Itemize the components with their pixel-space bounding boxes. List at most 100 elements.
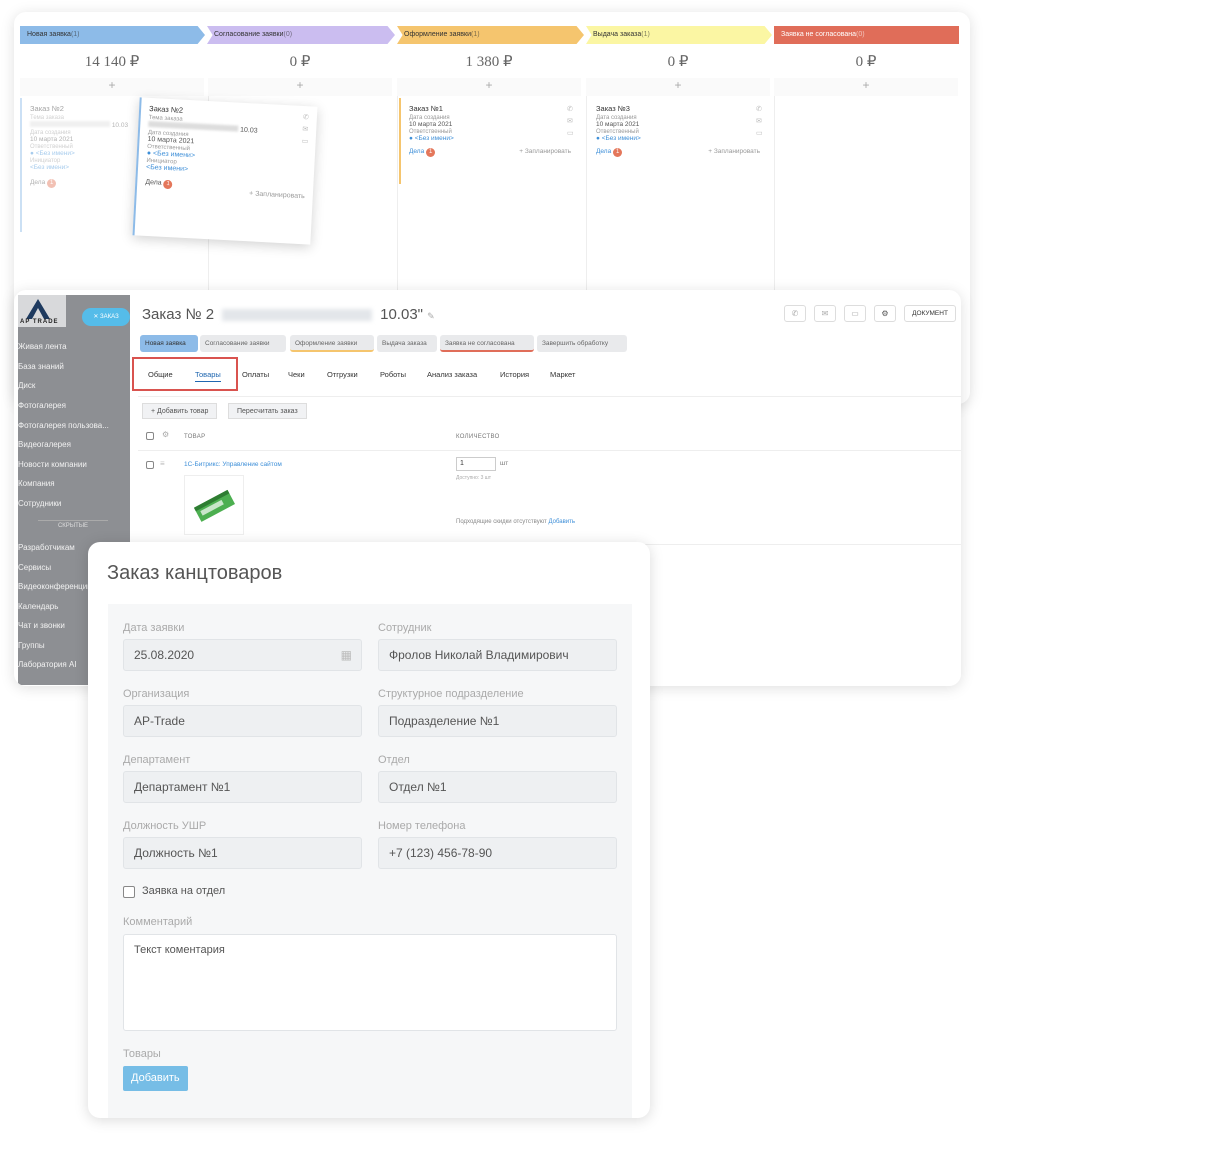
chat-icon[interactable]: ▭ [844, 305, 866, 322]
org-field[interactable]: AP-Trade [123, 705, 362, 737]
org-label: Организация [123, 688, 190, 700]
stage-rejected[interactable]: Заявка не согласована(0) [774, 26, 959, 44]
edit-pencil-icon[interactable]: ✎ [427, 311, 435, 321]
tab-payments[interactable]: Оплаты [242, 370, 269, 379]
sidebar-item[interactable]: Чат и звонки [18, 619, 65, 633]
quick-add-button[interactable]: + [397, 78, 581, 96]
plan-link[interactable]: + Запланировать [708, 148, 760, 155]
sidebar-item[interactable]: База знаний [18, 360, 64, 374]
sidebar-item[interactable]: Видеогалерея [18, 438, 71, 452]
plan-link[interactable]: + Запланировать [519, 148, 571, 155]
tab-shipments[interactable]: Отгрузки [327, 370, 358, 379]
sidebar-item[interactable]: Разработчикам [18, 541, 75, 555]
phone-icon[interactable]: ✆ [756, 104, 764, 116]
stage-pill-approval[interactable]: Согласование заявки [200, 335, 286, 352]
department-request-checkbox[interactable] [123, 886, 135, 898]
deal-resp[interactable]: ● <Без имени> [30, 150, 130, 157]
employee-field[interactable]: Фролов Николай Владимирович [378, 639, 617, 671]
activities-count: 1 [163, 179, 173, 190]
products-label: Товары [123, 1048, 161, 1060]
comment-textarea[interactable]: Текст коментария [123, 934, 617, 1031]
sidebar-item[interactable]: Сервисы [18, 561, 51, 575]
recalc-order-button[interactable]: Пересчитать заказ [228, 403, 307, 419]
phone-icon[interactable]: ✆ [784, 305, 806, 322]
sidebar-item[interactable]: Фотогалерея пользова... [18, 419, 109, 433]
sidebar-item[interactable]: Сотрудники [18, 497, 61, 511]
gear-icon[interactable]: ⚙ [874, 305, 896, 322]
quick-add-button[interactable]: + [20, 78, 204, 96]
tab-history[interactable]: История [500, 370, 529, 379]
dept-field[interactable]: Департамент №1 [123, 771, 362, 803]
quick-add-button[interactable]: + [774, 78, 958, 96]
available-note: Доступно: 3 шт [456, 475, 492, 481]
tab-analysis[interactable]: Анализ заказа [427, 370, 477, 379]
position-field[interactable]: Должность №1 [123, 837, 362, 869]
deal-activities[interactable]: Дела 1 [145, 179, 173, 190]
sidebar-item[interactable]: Компания [18, 477, 55, 491]
phone-icon[interactable]: ✆ [303, 112, 312, 124]
logo-mark-icon [26, 299, 50, 319]
deal-resp[interactable]: ● <Без имени> [409, 135, 573, 142]
quick-add-button[interactable]: + [208, 78, 392, 96]
stage-processing[interactable]: Оформление заявки(1) [397, 26, 584, 44]
date-field[interactable]: 25.08.2020 ▦ [123, 639, 362, 671]
close-order-badge[interactable]: ✕ ЗАКАЗ [82, 308, 130, 326]
add-product-button[interactable]: + Добавить товар [142, 403, 218, 419]
stage-approval[interactable]: Согласование заявки(0) [207, 26, 395, 44]
stage-delivery[interactable]: Выдача заказа(1) [586, 26, 772, 44]
chat-icon[interactable]: ▭ [756, 128, 764, 140]
chat-icon[interactable]: ▭ [301, 136, 310, 148]
select-all-checkbox[interactable] [146, 432, 154, 440]
tab-robots[interactable]: Роботы [380, 370, 406, 379]
document-button[interactable]: ДОКУМЕНТ [904, 305, 956, 322]
deal-card-3[interactable]: Заказ №3 Дата создания 10 марта 2021 Отв… [588, 98, 770, 184]
sidebar-item[interactable]: Лаборатория AI [18, 658, 77, 672]
stage-new[interactable]: Новая заявка(1) [20, 26, 205, 44]
sidebar-item[interactable]: Фотогалерея [18, 399, 66, 413]
mail-icon[interactable]: ✉ [567, 116, 575, 128]
calendar-icon[interactable]: ▦ [341, 640, 352, 670]
sidebar-item[interactable]: Видеоконференции [18, 580, 92, 594]
tab-market[interactable]: Маркет [550, 370, 575, 379]
sidebar-item[interactable]: Живая лента [18, 340, 67, 354]
sidebar-item[interactable]: Диск [18, 379, 35, 393]
stage-count: (0) [856, 31, 865, 38]
sidebar-item[interactable]: Календарь [18, 600, 58, 614]
stage-pill-rejected[interactable]: Заявка не согласована [440, 335, 534, 352]
menu-icon[interactable]: ≡ [160, 459, 165, 468]
deal-resp[interactable]: ● <Без имени> [596, 135, 762, 142]
phone-icon[interactable]: ✆ [567, 104, 575, 116]
deal-card-1[interactable]: Заказ №1 Дата создания 10 марта 2021 Отв… [399, 98, 581, 184]
product-link[interactable]: 1С-Битрикс: Управление сайтом [184, 461, 282, 468]
gear-icon[interactable]: ⚙ [162, 430, 169, 439]
tab-receipts[interactable]: Чеки [288, 370, 305, 379]
deal-card-dragged[interactable]: Заказ №2 Тема заказа 10.03 Дата создания… [132, 97, 318, 245]
deal-activities[interactable]: Дела 1 [596, 148, 623, 157]
sidebar-separator[interactable]: СКРЫТЫЕ [38, 520, 108, 531]
add-discount-link[interactable]: Добавить [548, 519, 575, 525]
stage-pill-processing[interactable]: Оформление заявки [290, 335, 374, 352]
sidebar-item[interactable]: Группы [18, 639, 45, 653]
chat-icon[interactable]: ▭ [567, 128, 575, 140]
mail-icon[interactable]: ✉ [756, 116, 764, 128]
finish-processing-button[interactable]: Завершить обработку [537, 335, 627, 352]
quantity-input[interactable]: 1 [456, 457, 496, 471]
mail-icon[interactable]: ✉ [302, 124, 311, 136]
activities-count: 1 [47, 179, 57, 188]
deal-init[interactable]: <Без имени> [30, 164, 130, 171]
section-field[interactable]: Отдел №1 [378, 771, 617, 803]
phone-field[interactable]: +7 (123) 456-78-90 [378, 837, 617, 869]
sidebar-item[interactable]: Новости компании [18, 458, 87, 472]
activities-count: 1 [613, 148, 623, 157]
add-product-button[interactable]: Добавить [123, 1066, 188, 1091]
mail-icon[interactable]: ✉ [814, 305, 836, 322]
deal-activities[interactable]: Дела 1 [30, 179, 130, 188]
stage-pill-new[interactable]: Новая заявка [140, 335, 198, 352]
quick-add-button[interactable]: + [586, 78, 770, 96]
deal-activities[interactable]: Дела 1 [409, 148, 436, 157]
row-checkbox[interactable] [146, 461, 154, 469]
stage-pill-delivery[interactable]: Выдача заказа [377, 335, 437, 352]
unit-field[interactable]: Подразделение №1 [378, 705, 617, 737]
plan-link[interactable]: + Запланировать [249, 190, 305, 200]
page-title: Заказ № 2 10.03" ✎ [142, 306, 435, 323]
